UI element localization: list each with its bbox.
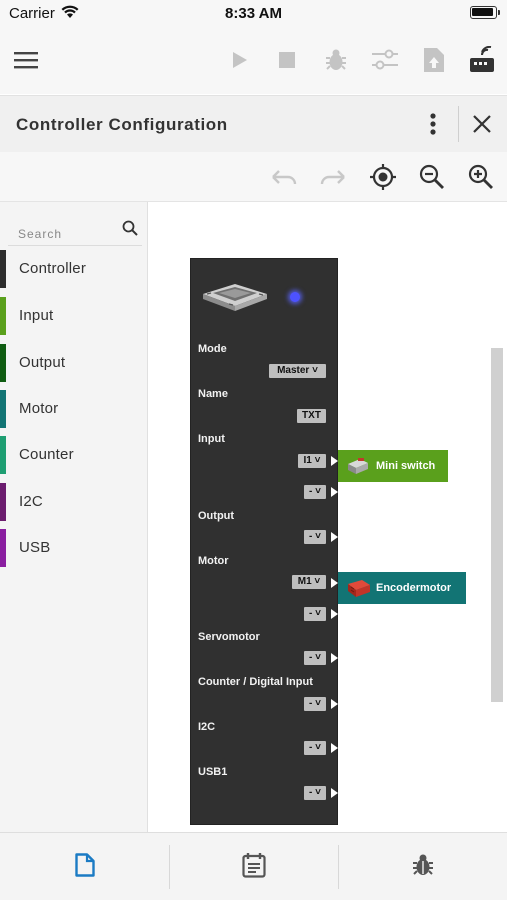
port-connector[interactable] (331, 609, 338, 619)
close-icon[interactable] (468, 110, 496, 138)
panel-header: Controller Configuration (0, 95, 507, 152)
mini-switch-block[interactable]: Mini switch (338, 450, 448, 482)
upload-icon[interactable] (420, 46, 448, 74)
debug-icon[interactable] (322, 46, 350, 74)
mode-dropdown[interactable]: Master ˅ (269, 364, 326, 378)
usb-port-dropdown[interactable]: - ˅ (304, 786, 326, 800)
category-label: Input (19, 307, 54, 324)
encodermotor-icon (346, 578, 372, 601)
name-field[interactable]: TXT (297, 409, 326, 423)
category-counter[interactable]: Counter (0, 436, 148, 474)
category-label: Output (19, 354, 66, 371)
category-input[interactable]: Input (0, 297, 148, 335)
tab-schedule[interactable] (169, 833, 338, 900)
center-icon[interactable] (369, 163, 397, 191)
category-label: Counter (19, 446, 74, 463)
mini-switch-icon (346, 456, 370, 479)
redo-icon[interactable] (319, 163, 347, 191)
menu-icon[interactable] (12, 46, 40, 74)
output-label: Output (198, 510, 235, 522)
category-color-bar (0, 344, 6, 382)
motor-port-dropdown[interactable]: - ˅ (304, 607, 326, 621)
document-icon (74, 852, 95, 882)
status-led (290, 292, 300, 302)
block-palette: Search Controller Input Output Motor Cou… (0, 202, 148, 832)
port-connector[interactable] (331, 532, 338, 542)
i2c-label: I2C (198, 721, 216, 733)
name-label: Name (198, 388, 228, 400)
servomotor-port-dropdown[interactable]: - ˅ (304, 651, 326, 665)
tab-document[interactable] (0, 833, 169, 900)
canvas-toolbar (0, 152, 507, 202)
port-connector[interactable] (331, 653, 338, 663)
port-connector[interactable] (331, 699, 338, 709)
zoom-out-icon[interactable] (418, 163, 446, 191)
controller-board-image (199, 282, 269, 317)
more-options-icon[interactable] (420, 110, 446, 138)
undo-icon[interactable] (270, 163, 298, 191)
device-name: Encodermotor (376, 582, 452, 594)
i2c-port-dropdown[interactable]: - ˅ (304, 741, 326, 755)
search-icon[interactable] (122, 220, 138, 241)
status-bar: Carrier 8:33 AM (0, 0, 507, 26)
category-motor[interactable]: Motor (0, 390, 148, 428)
usb-label: USB1 (198, 766, 228, 778)
mode-label: Mode (198, 343, 227, 355)
input-label: Input (198, 433, 225, 445)
port-connector[interactable] (331, 456, 338, 466)
category-label: USB (19, 539, 51, 556)
input-port-dropdown[interactable]: I1 ˅ (298, 454, 326, 468)
input-port-dropdown[interactable]: - ˅ (304, 485, 326, 499)
category-color-bar (0, 436, 6, 474)
category-label: I2C (19, 493, 43, 510)
panel-title: Controller Configuration (16, 115, 228, 134)
search-placeholder: Search (18, 227, 63, 241)
stop-icon[interactable] (273, 46, 301, 74)
tab-debug[interactable] (338, 833, 507, 900)
category-label: Motor (19, 400, 59, 417)
port-connector[interactable] (331, 743, 338, 753)
device-name: Mini switch (376, 460, 436, 472)
port-connector[interactable] (331, 487, 338, 497)
output-port-dropdown[interactable]: - ˅ (304, 530, 326, 544)
clock: 8:33 AM (225, 5, 282, 22)
motor-label: Motor (198, 555, 229, 567)
servomotor-label: Servomotor (198, 631, 260, 643)
debug-icon (412, 853, 434, 882)
controller-connect-icon[interactable] (468, 46, 496, 74)
port-connector[interactable] (331, 578, 338, 588)
category-color-bar (0, 390, 6, 428)
zoom-in-icon[interactable] (467, 163, 495, 191)
port-connector[interactable] (331, 788, 338, 798)
category-color-bar (0, 297, 6, 335)
motor-port-dropdown[interactable]: M1 ˅ (292, 575, 326, 589)
category-color-bar (0, 250, 6, 288)
category-output[interactable]: Output (0, 344, 148, 382)
category-color-bar (0, 483, 6, 521)
workspace-scrollbar[interactable] (491, 348, 503, 702)
category-usb[interactable]: USB (0, 529, 148, 567)
battery-icon (470, 6, 500, 19)
category-i2c[interactable]: I2C (0, 483, 148, 521)
counter-port-dropdown[interactable]: - ˅ (304, 697, 326, 711)
calendar-icon (241, 852, 266, 883)
category-label: Controller (19, 260, 87, 277)
category-color-bar (0, 529, 6, 567)
app-toolbar (0, 26, 507, 94)
bottom-tab-bar (0, 832, 507, 900)
counter-label: Counter / Digital Input (198, 676, 313, 688)
encodermotor-block[interactable]: Encodermotor (338, 572, 466, 604)
search-field[interactable]: Search (8, 210, 142, 246)
settings-sliders-icon[interactable] (371, 46, 399, 74)
header-divider (458, 106, 459, 142)
category-controller[interactable]: Controller (0, 250, 148, 288)
play-icon[interactable] (226, 46, 254, 74)
